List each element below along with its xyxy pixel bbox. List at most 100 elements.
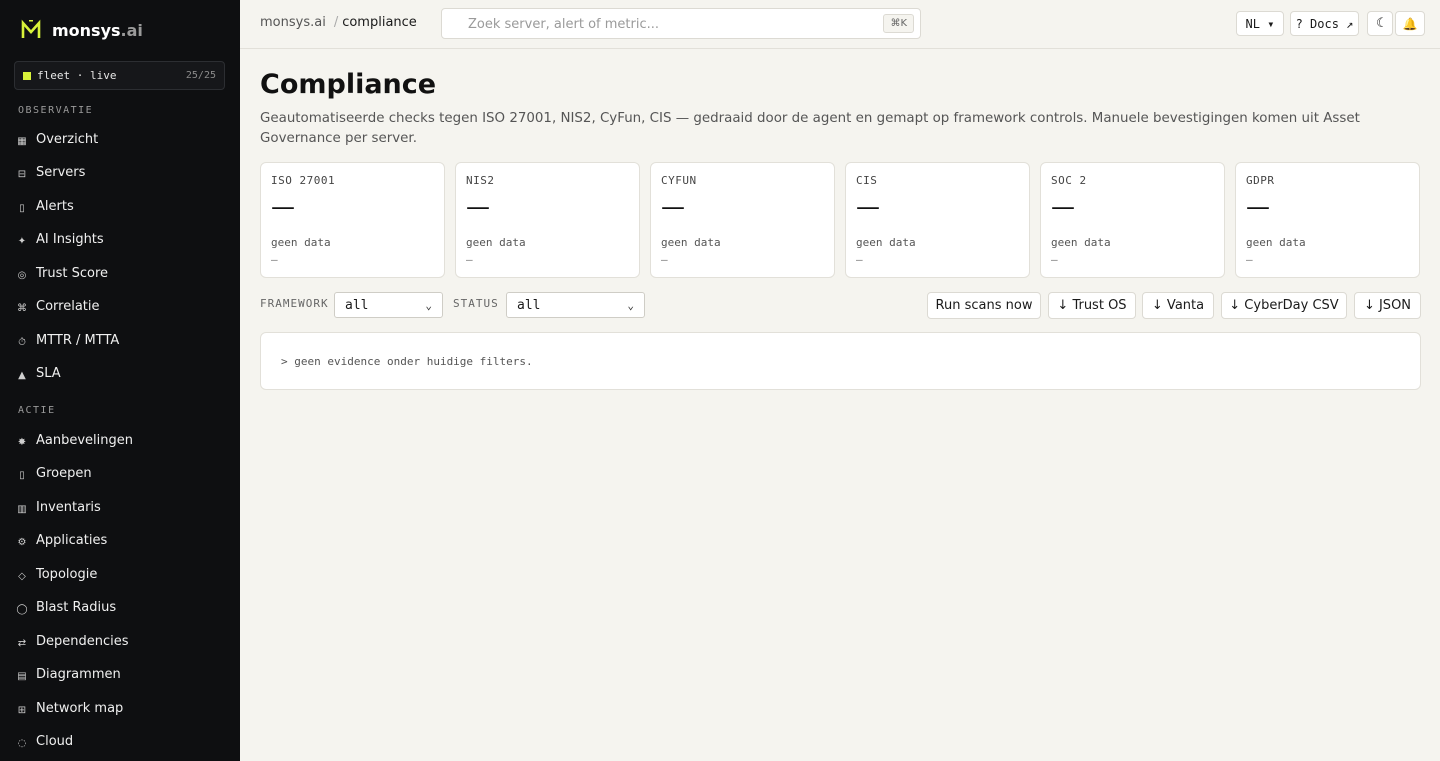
sidebar-item-ai-insights[interactable]: ✦ AI Insights [16,225,226,253]
sidebar-item-dependencies[interactable]: ⇄ Dependencies [16,627,226,655]
sidebar-item-aanbevelingen[interactable]: ✸ Aanbevelingen [16,426,226,454]
status-select[interactable]: all ⌄ [506,292,645,318]
topbar: monsys.ai/compliance ⌘K NL ▾ ? Docs ↗ ☾ … [240,0,1440,49]
card-footer: – [1246,253,1253,266]
empty-state-message: > geen evidence onder huidige filters. [281,355,533,368]
search-input[interactable] [468,13,868,35]
brand[interactable]: monsys.ai [0,0,240,60]
sidebar-item-topologie[interactable]: ◇ Topologie [16,560,226,588]
card-status: geen data [1051,236,1111,249]
status-filter-label: STATUS [453,297,499,310]
sidebar-item-blast-radius[interactable]: ◯ Blast Radius [16,593,226,621]
diamond-icon: ◇ [18,570,26,582]
export-json-button[interactable]: ↓ JSON [1354,292,1421,319]
sidebar-item-mttr-mtta[interactable]: ⏱ MTTR / MTTA [16,326,226,354]
card-status: geen data [856,236,916,249]
sidebar-item-groepen[interactable]: ▯ Groepen [16,459,226,487]
star-icon: ✸ [17,436,27,448]
sidebar-item-alerts[interactable]: ▯ Alerts [16,192,226,220]
sidebar-item-cloud[interactable]: ◌ Cloud [16,727,226,755]
framework-card-nis2[interactable]: NIS2 — geen data – [455,162,640,278]
command-icon: ⌘ [17,302,27,314]
card-title: ISO 27001 [271,174,336,187]
export-cyberday-csv-button[interactable]: ↓ CyberDay CSV [1221,292,1347,319]
triangle-icon: ▲ [18,369,26,381]
framework-filter-label: FRAMEWORK [260,297,329,310]
sidebar-item-inventaris[interactable]: ▥ Inventaris [16,493,226,521]
export-vanta-button[interactable]: ↓ Vanta [1142,292,1214,319]
stopwatch-icon: ⏱ [18,336,26,348]
target-icon: ◎ [17,269,27,281]
fleet-count: 25/25 [185,70,216,81]
card-score: — [466,193,490,221]
sidebar-item-label: Dependencies [36,633,129,649]
sidebar-item-applicaties[interactable]: ⚙ Applicaties [16,526,226,554]
sidebar-item-correlatie[interactable]: ⌘ Correlatie [16,292,226,320]
sidebar-item-label: MTTR / MTTA [36,332,120,348]
framework-card-soc2[interactable]: SOC 2 — geen data – [1040,162,1225,278]
framework-card-cis[interactable]: CIS — geen data – [845,162,1030,278]
breadcrumb-separator: / [333,15,339,30]
sidebar-item-label: Cloud [36,733,74,749]
network-icon: ⊞ [17,704,27,716]
sidebar-item-label: SLA [36,365,61,381]
sidebar-item-label: Topologie [36,566,98,582]
sidebar-item-network-map[interactable]: ⊞ Network map [16,694,226,722]
section-heading-actie: ACTIE [18,405,56,416]
framework-card-gdpr[interactable]: GDPR — geen data – [1235,162,1420,278]
brand-name: monsys.ai [52,20,143,40]
diagram-icon: ▤ [17,670,27,682]
language-select[interactable]: NL ▾ [1236,11,1284,36]
arrows-icon: ⇄ [17,637,27,649]
card-title: SOC 2 [1051,174,1087,187]
fleet-label: fleet · live [37,69,117,82]
breadcrumb-root[interactable]: monsys.ai [260,15,326,30]
sidebar-item-label: Inventaris [36,499,101,515]
sidebar-item-label: AI Insights [36,231,104,247]
sidebar-item-trust-score[interactable]: ◎ Trust Score [16,259,226,287]
server-icon: ⊟ [17,168,27,180]
notifications-bell-icon[interactable]: 🔔 [1395,11,1425,36]
framework-select[interactable]: all ⌄ [334,292,443,318]
search-shortcut: ⌘K [883,14,914,33]
circle-icon: ◯ [16,603,28,615]
sidebar-item-diagrammen[interactable]: ▤ Diagrammen [16,660,226,688]
card-score: — [661,193,685,221]
sidebar-item-label: Applicaties [36,532,108,548]
card-score: — [1246,193,1270,221]
sidebar-item-label: Groepen [36,465,92,481]
breadcrumb-current: compliance [342,15,417,30]
card-title: CYFUN [661,174,697,187]
run-scans-button[interactable]: Run scans now [927,292,1041,319]
framework-card-cyfun[interactable]: CYFUN — geen data – [650,162,835,278]
chevron-down-icon: ⌄ [627,298,634,312]
export-trust-os-button[interactable]: ↓ Trust OS [1048,292,1136,319]
fleet-status[interactable]: fleet · live 25/25 [14,61,225,90]
card-status: geen data [271,236,331,249]
sidebar-item-label: Servers [36,164,86,180]
chevron-down-icon: ⌄ [425,298,432,312]
card-score: — [1051,193,1075,221]
group-icon: ▯ [19,469,25,481]
card-score: — [856,193,880,221]
card-status: geen data [1246,236,1306,249]
card-title: GDPR [1246,174,1275,187]
card-footer: – [1051,253,1058,266]
status-select-value: all [517,297,541,313]
theme-toggle-icon[interactable]: ☾ [1367,11,1393,36]
sidebar: monsys.ai fleet · live 25/25 OBSERVATIE … [0,0,240,761]
card-score: — [271,193,295,221]
alert-icon: ▯ [19,202,25,214]
search-box[interactable]: ⌘K [441,8,921,39]
sidebar-item-servers[interactable]: ⊟ Servers [16,158,226,186]
docs-link[interactable]: ? Docs ↗ [1290,11,1359,36]
framework-select-value: all [345,297,369,313]
sidebar-item-overzicht[interactable]: ▦ Overzicht [16,125,226,153]
card-footer: – [466,253,473,266]
sidebar-item-sla[interactable]: ▲ SLA [16,359,226,387]
framework-card-iso27001[interactable]: ISO 27001 — geen data – [260,162,445,278]
sidebar-item-label: Blast Radius [36,599,117,615]
inventory-icon: ▥ [17,503,27,515]
sidebar-item-label: Alerts [36,198,74,214]
section-heading-observatie: OBSERVATIE [18,105,94,116]
